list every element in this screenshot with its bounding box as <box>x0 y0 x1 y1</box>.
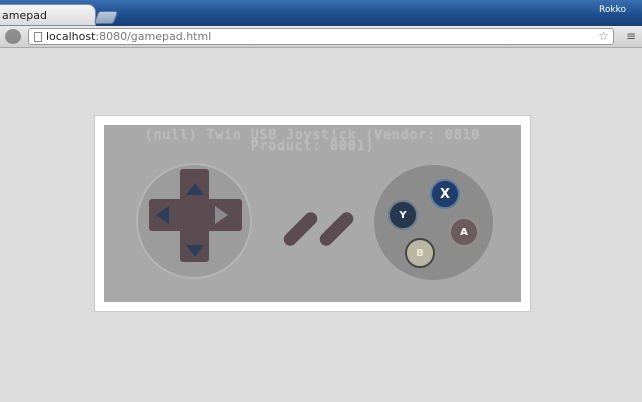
back-button[interactable] <box>5 29 21 44</box>
url-host: localhost <box>46 30 96 43</box>
window-titlebar: amepad Rokko <box>0 0 642 26</box>
face-button-b: B <box>405 238 435 268</box>
url-text[interactable]: localhost:8080/gamepad.html <box>46 30 211 43</box>
url-path: :8080/gamepad.html <box>95 30 212 43</box>
browser-toolbar: localhost:8080/gamepad.html ☆ ≡ <box>0 26 642 48</box>
gamepad-card: (null) Twin USB Joystick (Vendor: 0810 P… <box>94 115 531 312</box>
tab-title: amepad <box>2 9 47 22</box>
face-button-y-label: Y <box>399 209 407 221</box>
address-bar[interactable]: localhost:8080/gamepad.html ☆ <box>28 28 614 45</box>
user-name[interactable]: Rokko <box>599 5 626 15</box>
face-button-x: X <box>430 179 460 209</box>
page-icon <box>34 32 42 42</box>
gamepad-body: (null) Twin USB Joystick (Vendor: 0810 P… <box>104 125 521 302</box>
start-button <box>317 209 356 249</box>
dpad-down-arrow-icon <box>186 245 204 257</box>
face-button-b-label: B <box>416 247 424 259</box>
dpad-up-arrow-icon <box>186 183 204 195</box>
bookmark-star-icon[interactable]: ☆ <box>598 29 609 43</box>
dpad-right-arrow-icon <box>215 206 228 224</box>
face-button-a-label: A <box>460 226 468 238</box>
menu-wrench-icon[interactable]: ≡ <box>626 29 636 43</box>
gamepad-id-label: (null) Twin USB Joystick (Vendor: 0810 P… <box>104 129 521 153</box>
browser-tab[interactable]: amepad <box>0 4 96 26</box>
face-button-x-label: X <box>439 186 451 202</box>
face-button-a: A <box>449 217 479 247</box>
select-button <box>281 209 320 249</box>
dpad-left-arrow-icon <box>156 206 169 224</box>
new-tab-button[interactable] <box>93 11 119 24</box>
face-button-y: Y <box>388 200 418 230</box>
